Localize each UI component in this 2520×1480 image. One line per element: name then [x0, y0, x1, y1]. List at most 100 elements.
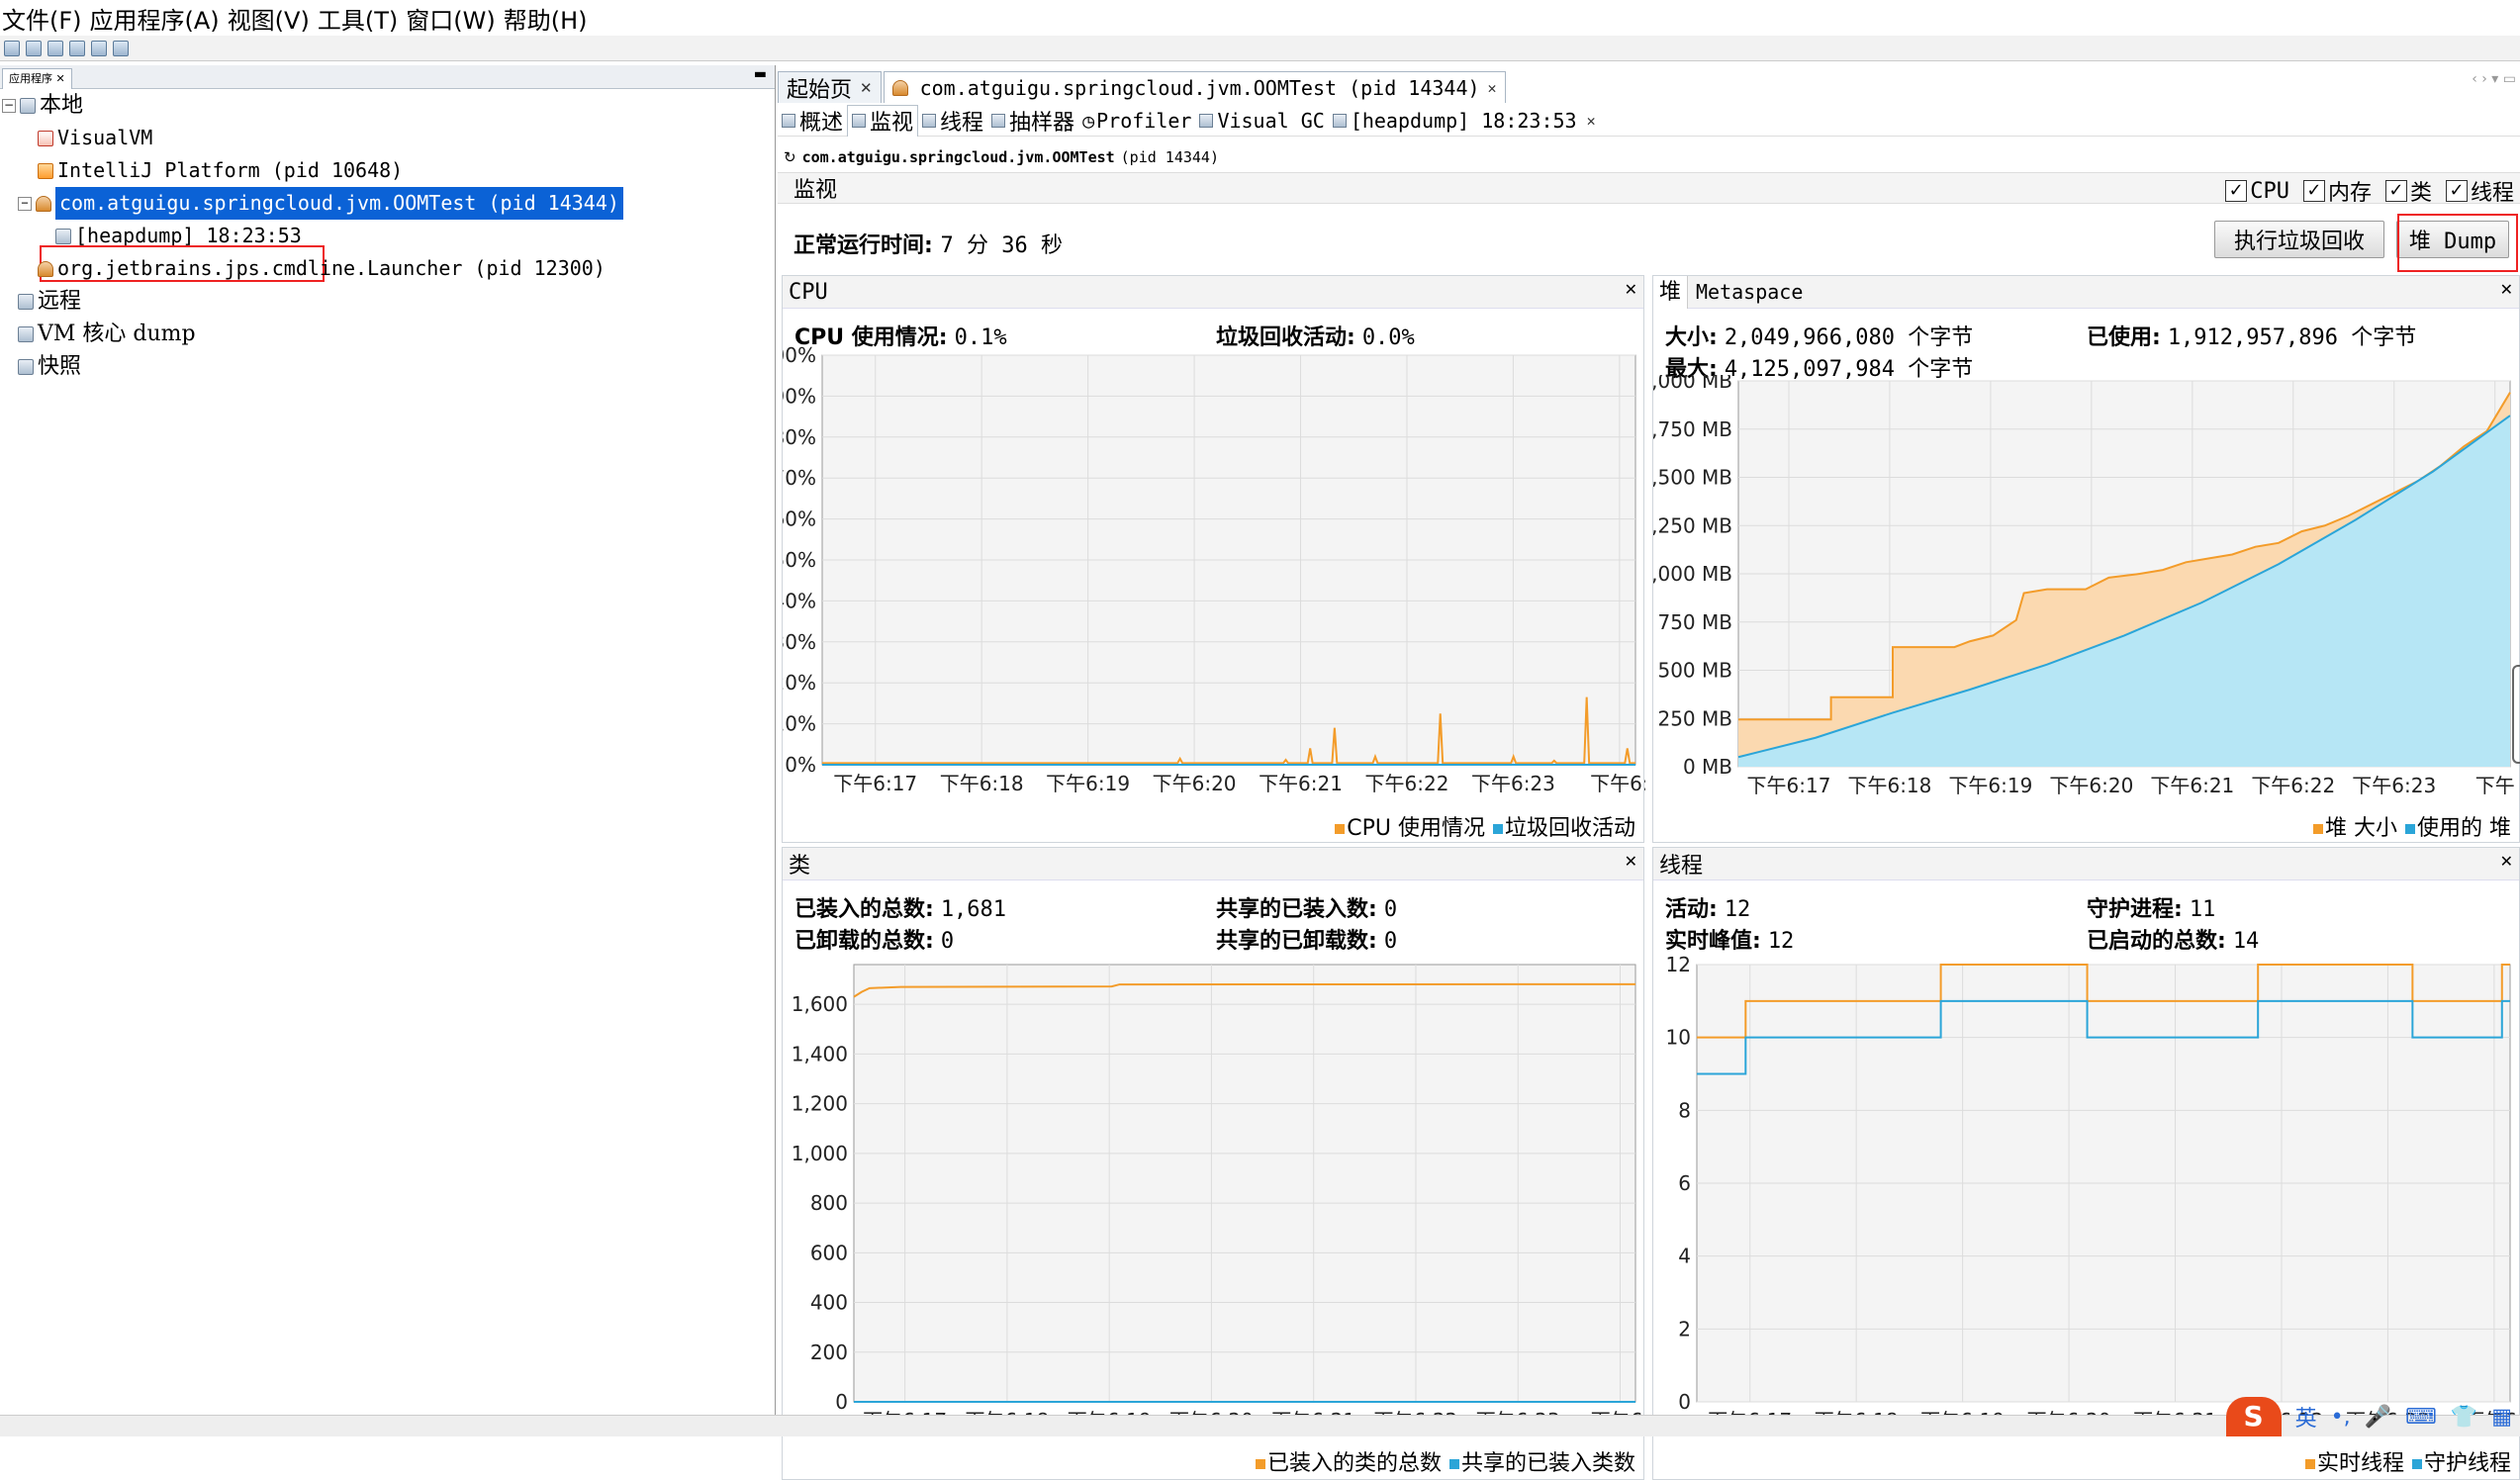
tab-oomtest[interactable]: com.atguigu.springcloud.jvm.OOMTest (pid… — [883, 71, 1506, 103]
close-icon[interactable]: ✕ — [1625, 852, 1637, 871]
y-tick-label: 2 — [1678, 1317, 1691, 1341]
add-jmx-icon[interactable] — [4, 40, 20, 56]
minimize-icon[interactable]: ▬ — [754, 66, 767, 82]
y-tick-label: 0 — [1678, 1390, 1691, 1414]
classes-checkbox[interactable]: ✓ 类 — [2384, 175, 2432, 207]
tree-node-intellij[interactable]: IntelliJ Platform (pid 10648) — [38, 154, 403, 187]
panel-title: CPU — [789, 279, 828, 305]
microphone-icon[interactable]: 🎤 — [2365, 1405, 2391, 1430]
stat-value: 12 — [1724, 897, 1751, 922]
load-snapshot-icon[interactable] — [69, 40, 85, 56]
tree-node-oomtest[interactable]: − com.atguigu.springcloud.jvm.OOMTest (pi… — [18, 187, 623, 220]
overview-icon — [782, 113, 795, 128]
perform-gc-button[interactable]: 执行垃圾回收 — [2214, 221, 2384, 258]
menu-tools[interactable]: 工具(T) — [316, 1, 404, 36]
tree-node-snapshot[interactable]: 快照 — [18, 350, 81, 383]
cpu-panel: CPU✕ CPU 使用情况: 0.1% 垃圾回收活动: 0.0% 0%10%20… — [782, 275, 1645, 843]
scrollbar-thumb[interactable] — [2512, 665, 2520, 764]
tree-node-visualvm[interactable]: VisualVM — [38, 122, 152, 154]
tab-label: com.atguigu.springcloud.jvm.OOMTest (pid… — [919, 75, 1480, 100]
close-icon[interactable]: ✕ — [1488, 79, 1497, 97]
chart-toggles: ✓ CPU ✓ 内存 ✓ 类 ✓ 线程 — [2225, 175, 2514, 207]
app-path: ↻ com.atguigu.springcloud.jvm.OOMTest (p… — [784, 148, 1219, 166]
close-icon[interactable]: ✕ — [56, 72, 65, 85]
close-icon[interactable]: ✕ — [860, 79, 873, 97]
x-tick-label: 下午6:18 — [940, 772, 1024, 795]
tab-sampler[interactable]: 抽样器 — [987, 105, 1078, 137]
keyboard-icon[interactable]: ⌨ — [2405, 1405, 2437, 1430]
checkbox-checked-icon: ✓ — [2384, 180, 2407, 202]
sampler-icon — [991, 113, 1006, 128]
threads-icon — [922, 113, 937, 128]
tree-node-vm-core[interactable]: VM 核心 dump — [18, 318, 196, 350]
collapse-icon[interactable]: − — [2, 98, 16, 113]
legend-swatch — [1492, 824, 1503, 834]
punctuation-icon[interactable]: •, — [2331, 1405, 2351, 1430]
menu-file[interactable]: 文件(F) — [0, 1, 88, 36]
thread-dump-icon[interactable] — [113, 40, 129, 56]
tab-heap[interactable]: 堆 — [1653, 275, 1689, 309]
sogou-logo-icon[interactable]: S — [2225, 1397, 2282, 1436]
stat-value: 2,049,966,080 个字节 — [1724, 325, 1974, 350]
menu-application[interactable]: 应用程序(A) — [88, 1, 226, 36]
tab-label: Profiler — [1096, 108, 1192, 133]
y-tick-label: 1,750 MB — [1653, 417, 1732, 441]
legend-label: CPU 使用情况 — [1347, 816, 1485, 841]
monitor-icon — [852, 114, 867, 128]
memory-checkbox[interactable]: ✓ 内存 — [2302, 175, 2372, 207]
close-icon[interactable]: ✕ — [2500, 280, 2513, 299]
tab-profiler[interactable]: ◷ Profiler — [1078, 109, 1195, 133]
stat-label: 大小: — [1665, 325, 1718, 350]
visual-gc-icon — [1199, 113, 1214, 128]
tab-threads[interactable]: 线程 — [918, 105, 987, 137]
x-tick-label: 下午6:23 — [1471, 772, 1555, 795]
add-remote-host-icon[interactable] — [26, 40, 42, 56]
add-core-dump-icon[interactable] — [47, 40, 63, 56]
heap-dump-icon[interactable] — [91, 40, 107, 56]
checkbox-label: 内存 — [2327, 181, 2372, 206]
y-tick-label: 1,200 — [792, 1092, 848, 1116]
close-icon[interactable]: ✕ — [1587, 112, 1596, 130]
collapse-icon[interactable]: − — [18, 196, 32, 211]
tree-node-launcher[interactable]: org.jetbrains.jps.cmdline.Launcher (pid … — [38, 252, 606, 285]
menu-help[interactable]: 帮助(H) — [502, 1, 594, 36]
cpu-checkbox[interactable]: ✓ CPU — [2225, 179, 2289, 204]
menu-view[interactable]: 视图(V) — [226, 1, 316, 36]
y-tick-label: 1,000 MB — [1653, 562, 1732, 586]
tab-monitor[interactable]: 监视 — [847, 104, 919, 137]
applications-panel: 应用程序 ✕ ▬ − 本地 VisualVM IntelliJ Platform … — [0, 65, 776, 1436]
legend-label: 垃圾回收活动 — [1504, 816, 1635, 841]
stat-value: 1,681 — [940, 897, 1007, 922]
tree-node-remote[interactable]: 远程 — [18, 285, 81, 318]
y-tick-label: 1,500 MB — [1653, 466, 1732, 490]
y-tick-label: 12 — [1666, 953, 1691, 976]
tab-overview[interactable]: 概述 — [778, 105, 847, 137]
tab-nav-icon[interactable]: ‹ › ▾ ▭ — [2472, 71, 2516, 87]
tab-heapdump[interactable]: [heapdump] 18:23:53 ✕ — [1329, 109, 1600, 133]
y-tick-label: 0% — [785, 753, 816, 777]
y-tick-label: 8 — [1678, 1098, 1691, 1122]
legend-item: 守护线程 — [2411, 1445, 2511, 1477]
ime-language[interactable]: 英 — [2295, 1401, 2317, 1433]
remote-icon — [18, 293, 34, 310]
x-tick-label: 下午6:22 — [1365, 772, 1449, 795]
menu-window[interactable]: 窗口(W) — [404, 1, 501, 36]
y-tick-label: 750 MB — [1657, 610, 1732, 634]
threads-checkbox[interactable]: ✓ 线程 — [2445, 175, 2514, 207]
tab-label: 线程 — [940, 110, 984, 136]
close-icon[interactable]: ✕ — [1625, 280, 1637, 299]
core-dump-icon — [18, 325, 34, 342]
tree-node-local[interactable]: − 本地 — [2, 89, 83, 122]
skin-icon[interactable]: 👕 — [2451, 1405, 2477, 1430]
tab-applications[interactable]: 应用程序 ✕ — [2, 68, 72, 89]
legend-item: 已装入的类的总数 — [1255, 1445, 1442, 1477]
tab-visual-gc[interactable]: Visual GC — [1195, 109, 1328, 133]
highlight-box — [2397, 214, 2518, 272]
daemon-threads-stat: 守护进程: 11 — [2087, 891, 2215, 923]
tab-start-page[interactable]: 起始页 ✕ — [778, 71, 882, 103]
classes-panel: 类 ✕ 已装入的总数: 1,681 共享的已装入数: 0 已卸载的总数: 0 共享… — [782, 847, 1645, 1480]
tab-metaspace[interactable]: Metaspace — [1688, 280, 1811, 304]
cpu-legend: CPU 使用情况 垃圾回收活动 — [1335, 810, 1635, 842]
toolbox-icon[interactable]: ▦ — [2491, 1405, 2512, 1430]
close-icon[interactable]: ✕ — [2500, 852, 2513, 871]
